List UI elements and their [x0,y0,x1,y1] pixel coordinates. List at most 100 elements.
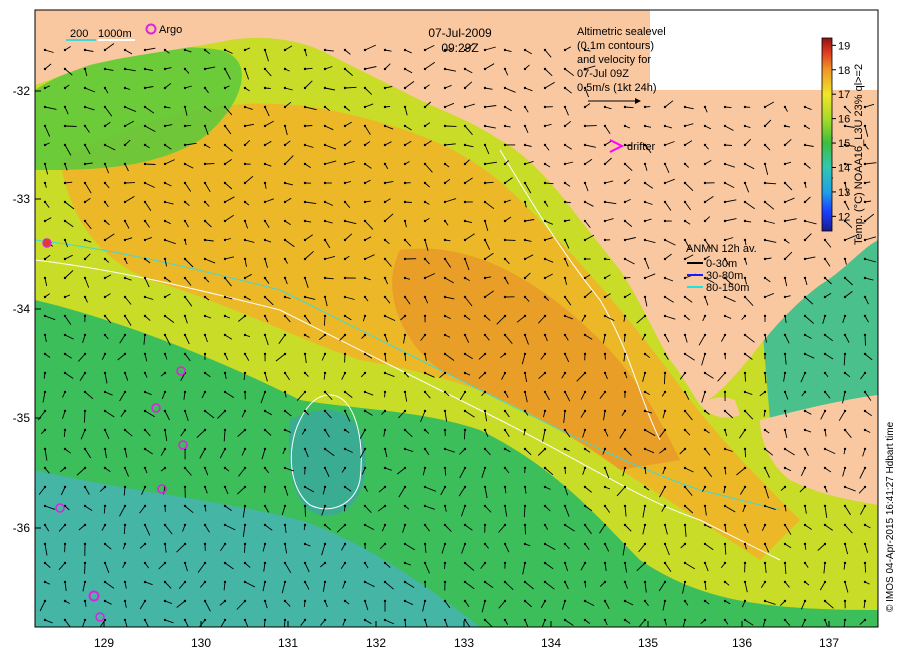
velocity-arrow-origin [384,125,386,127]
velocity-arrow-origin [584,239,586,241]
velocity-arrow-origin [104,220,106,222]
velocity-arrow-origin [724,315,726,317]
velocity-arrow-origin [844,353,846,355]
velocity-arrow-origin [284,68,286,70]
velocity-arrow-origin [324,524,326,526]
velocity-arrow-origin [224,68,226,70]
velocity-arrow-origin [324,87,326,89]
velocity-arrow-origin [744,315,746,317]
velocity-arrow-origin [64,106,66,108]
colorbar-tick-label: 15 [838,138,850,150]
velocity-arrow-origin [264,581,266,583]
velocity-arrow-origin [544,543,546,545]
velocity-arrow-origin [124,68,126,70]
velocity-arrow-origin [524,562,526,564]
velocity-arrow-origin [444,372,446,374]
velocity-arrow-origin [664,315,666,317]
velocity-arrow-origin [504,201,506,203]
velocity-arrow-origin [124,220,126,222]
velocity-arrow-origin [384,562,386,564]
velocity-arrow-origin [664,467,666,469]
velocity-arrow-origin [464,220,466,222]
velocity-arrow-origin [864,353,866,355]
velocity-arrow-origin [684,258,686,260]
altimetry-line-5: 0.5m/s (1kt 24h) [577,82,656,94]
velocity-arrow-origin [84,182,86,184]
velocity-arrow-origin [164,258,166,260]
velocity-arrow-origin [124,619,126,621]
velocity-arrow-origin [444,429,446,431]
velocity-arrow-origin [184,562,186,564]
velocity-arrow-origin [244,372,246,374]
velocity-arrow-origin [624,258,626,260]
velocity-arrow-origin [144,600,146,602]
velocity-arrow-origin [624,106,626,108]
velocity-arrow-origin [364,619,366,621]
velocity-arrow-origin [484,429,486,431]
velocity-arrow-origin [204,353,206,355]
velocity-arrow-origin [724,505,726,507]
velocity-arrow-origin [504,239,506,241]
velocity-arrow [84,411,85,423]
velocity-arrow-origin [44,296,46,298]
velocity-arrow-origin [104,239,106,241]
velocity-arrow-origin [244,277,246,279]
velocity-arrow-origin [124,372,126,374]
velocity-arrow-origin [864,296,866,298]
colorbar-title: Temp. (°C) NOAA16_L3U 23% ql>=2 [853,64,865,245]
velocity-arrow-origin [644,391,646,393]
velocity-arrow-origin [64,448,66,450]
velocity-arrow-origin [384,296,386,298]
velocity-arrow-origin [284,600,286,602]
velocity-arrow-origin [64,163,66,165]
velocity-arrow-origin [604,220,606,222]
velocity-arrow-origin [84,581,86,583]
velocity-arrow-origin [264,353,266,355]
velocity-arrow-origin [244,410,246,412]
velocity-arrow-origin [624,125,626,127]
velocity-arrow-origin [204,467,206,469]
velocity-arrow-origin [524,448,526,450]
velocity-arrow-origin [584,106,586,108]
velocity-arrow-origin [604,296,606,298]
velocity-arrow-origin [264,372,266,374]
velocity-arrow-origin [284,410,286,412]
velocity-arrow-origin [484,524,486,526]
velocity-arrow-origin [644,619,646,621]
velocity-arrow-origin [64,524,66,526]
velocity-arrow-origin [624,429,626,431]
velocity-arrow-origin [44,182,46,184]
velocity-arrow-origin [684,125,686,127]
velocity-arrow-origin [484,467,486,469]
lon-tick-133: 133 [454,636,474,650]
velocity-arrow-origin [224,277,226,279]
velocity-arrow-origin [684,600,686,602]
velocity-arrow-origin [304,619,306,621]
velocity-arrow-origin [864,467,866,469]
velocity-arrow-origin [864,334,866,336]
velocity-arrow-origin [804,600,806,602]
velocity-arrow-origin [624,562,626,564]
velocity-arrow-origin [444,391,446,393]
velocity-arrow-origin [284,258,286,260]
velocity-arrow-origin [444,201,446,203]
velocity-arrow-origin [424,163,426,165]
velocity-arrow-origin [524,49,526,51]
velocity-arrow-origin [324,562,326,564]
velocity-arrow-origin [44,391,46,393]
velocity-arrow-origin [684,410,686,412]
velocity-arrow-origin [364,543,366,545]
velocity-arrow-origin [624,277,626,279]
velocity-arrow-origin [44,106,46,108]
velocity-arrow-origin [224,543,226,545]
velocity-arrow-origin [164,429,166,431]
velocity-arrow-origin [144,372,146,374]
velocity-arrow-origin [784,277,786,279]
velocity-arrow-origin [444,600,446,602]
velocity-arrow-origin [124,144,126,146]
velocity-arrow-origin [84,68,86,70]
velocity-arrow-origin [584,467,586,469]
velocity-arrow-origin [384,486,386,488]
velocity-arrow-origin [824,524,826,526]
velocity-arrow-origin [524,163,526,165]
